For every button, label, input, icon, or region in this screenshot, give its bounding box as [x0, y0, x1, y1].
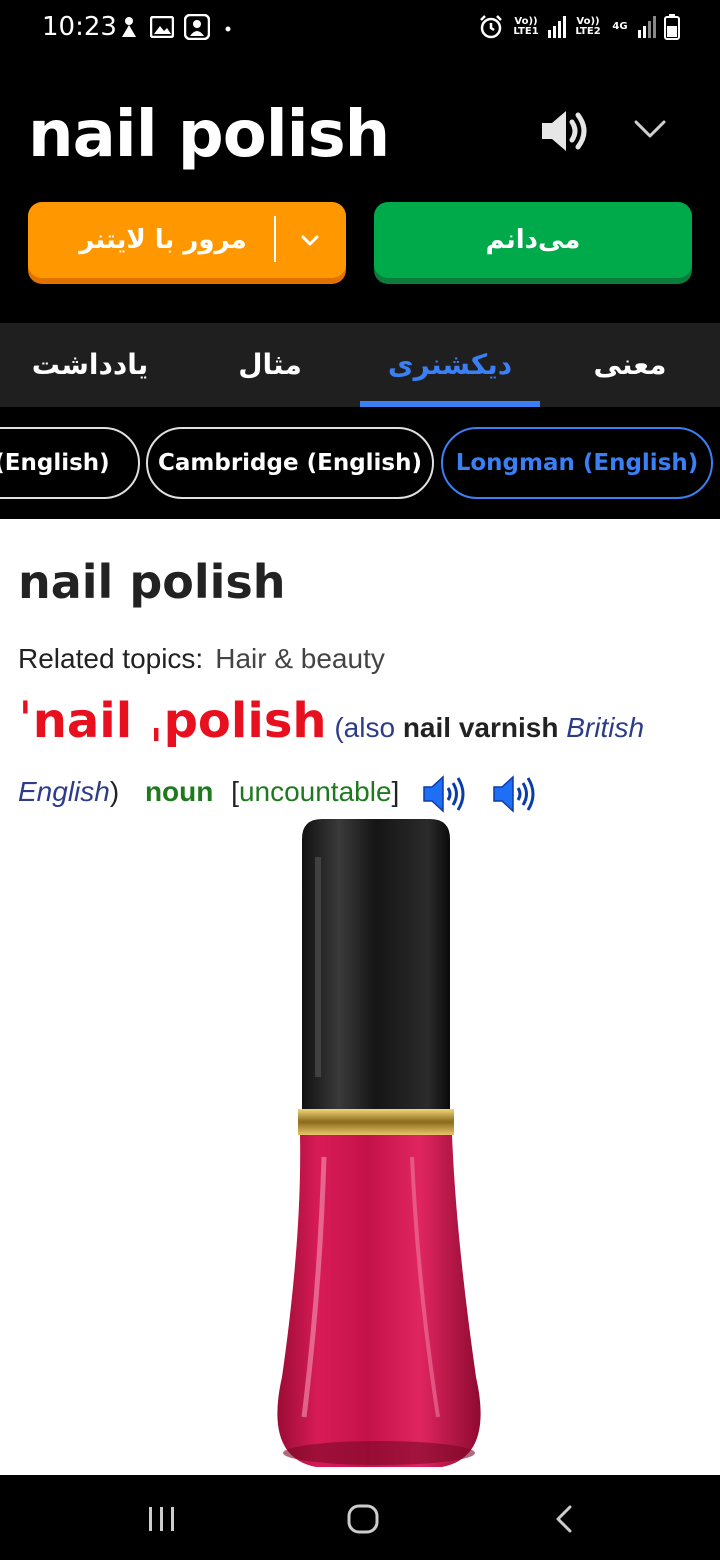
close-paren: ): [109, 776, 120, 807]
app-icon: [184, 14, 210, 40]
review-leitner-button[interactable]: مرور با لایتنر: [28, 202, 346, 278]
i-know-label: می‌دانم: [485, 225, 581, 255]
tab-bar: یادداشت مثال دیکشنری معنی: [0, 323, 720, 407]
home-icon[interactable]: [346, 1503, 380, 1535]
grammar-close: ]: [391, 776, 400, 807]
pronunciation: ˈnail ˌpolish: [18, 693, 327, 749]
signal1-icon: [548, 16, 566, 38]
recents-icon[interactable]: [146, 1505, 178, 1533]
chip-cambridge[interactable]: Cambridge (English): [146, 427, 434, 499]
part-of-speech: noun: [144, 776, 214, 807]
dictionary-content: nail polish Related topics: Hair & beauty…: [0, 519, 720, 1475]
i-know-button[interactable]: می‌دانم: [374, 202, 692, 278]
related-topic-link[interactable]: Hair & beauty: [215, 643, 385, 674]
lte1-label: Vo)) LTE1: [513, 16, 539, 37]
network-type: 4G: [612, 21, 628, 32]
dot-icon: [225, 26, 231, 32]
word-header: nail polish مرور با لایتنر می‌دانم: [0, 56, 720, 323]
speaker-icon[interactable]: [538, 106, 594, 156]
entry-headline: ˈnail ˌpolish (also nail varnish British…: [18, 689, 708, 824]
battery-icon: [664, 14, 680, 40]
alt-word: nail varnish: [402, 712, 559, 743]
tab-example[interactable]: مثال: [180, 323, 360, 407]
related-topics: Related topics: Hair & beauty: [18, 643, 385, 675]
back-icon[interactable]: [552, 1503, 576, 1535]
tab-notes[interactable]: یادداشت: [0, 323, 180, 407]
button-divider: [274, 216, 276, 262]
chip-oxford[interactable]: Oxford (English): [0, 427, 140, 499]
lte2-label: Vo)) LTE2: [575, 16, 601, 37]
audio-american-icon[interactable]: [491, 773, 539, 815]
downloads-icon: [122, 17, 136, 37]
entry-headword: nail polish: [18, 555, 286, 609]
chip-longman[interactable]: Longman (English): [441, 427, 713, 499]
gallery-icon: [150, 16, 174, 38]
tab-dictionary[interactable]: دیکشنری: [360, 323, 540, 407]
chevron-down-icon[interactable]: [630, 112, 670, 148]
signal2-icon: [638, 16, 656, 38]
audio-british-icon[interactable]: [421, 773, 469, 815]
grammar-code: uncountable: [238, 776, 392, 807]
nail-polish-bottle-image: [277, 819, 481, 1467]
word-title: nail polish: [28, 98, 390, 172]
status-bar: 10:23 Vo)) LTE1 Vo)) LTE2 4G: [0, 0, 720, 56]
status-time: 10:23: [42, 12, 117, 42]
system-navigation-bar: [0, 1475, 720, 1560]
related-topics-label: Related topics:: [18, 643, 204, 674]
review-leitner-label: مرور با لایتنر: [79, 225, 247, 255]
status-system-icons: Vo)) LTE1 Vo)) LTE2 4G: [478, 14, 680, 40]
also-prefix: (also: [334, 712, 396, 743]
alarm-icon: [480, 15, 502, 39]
dictionary-selector: Oxford (English) Cambridge (English) Lon…: [0, 407, 720, 519]
status-notification-icons: [118, 14, 236, 40]
grammar-open: [: [231, 776, 239, 807]
review-dropdown-icon[interactable]: [292, 222, 328, 258]
tab-meaning[interactable]: معنی: [540, 323, 720, 407]
